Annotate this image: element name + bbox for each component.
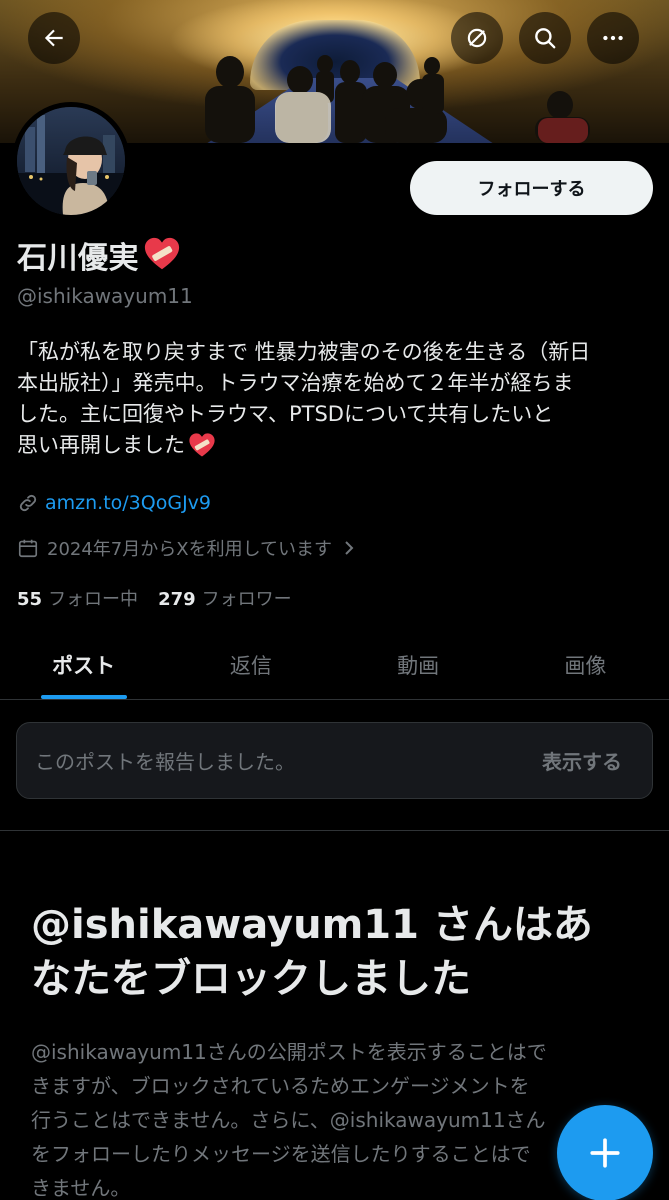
more-button[interactable] (587, 12, 639, 64)
divider (0, 830, 669, 831)
compose-post-button[interactable] (557, 1105, 653, 1200)
profile-name: 石川優実 (17, 241, 139, 276)
blocked-title: @ishikawayum11 さんはあ なたをブロックしました (31, 898, 651, 1006)
reported-post-notice: このポストを報告しました。 表示する (16, 722, 653, 799)
followers-count-link[interactable]: 279 フォロワー (158, 585, 292, 611)
search-icon (535, 28, 556, 49)
bio-line: 思い再開しました (17, 430, 642, 461)
show-post-button[interactable]: 表示する (542, 746, 622, 775)
follow-button[interactable]: フォローする (410, 161, 653, 215)
profile-bio: 「私が私を取り戻すまで 性暴力被害のその後を生きる（新日 本出版社）」発売中。ト… (17, 337, 642, 461)
following-count: 55 (17, 589, 43, 610)
joined-date-row[interactable]: 2024年7月からXを利用しています (17, 535, 356, 561)
active-tab-indicator (40, 695, 127, 699)
followers-label: フォロワー (201, 589, 292, 610)
bio-line: 本出版社）」発売中。トラウマ治療を始めて２年半が経ちま (17, 368, 642, 399)
mending-heart-icon (144, 237, 180, 270)
avatar-photo (17, 107, 125, 215)
refresh-button[interactable] (451, 12, 503, 64)
reported-message: このポストを報告しました。 (35, 750, 295, 774)
profile-name-row: 石川優実 (17, 234, 181, 276)
joined-date: 2024年7月からXを利用しています (47, 539, 333, 560)
bio-line: した。主に回復やトラウマ、PTSDについて共有したいと (17, 399, 642, 430)
link-icon (19, 494, 37, 512)
profile-link-row[interactable]: amzn.to/3QoGJv9 (17, 492, 211, 514)
following-label: フォロー中 (48, 589, 139, 610)
blocked-description-line: @ishikawayum11さんの公開ポストを表示することはで (31, 1040, 547, 1064)
more-horizontal-icon (603, 35, 623, 41)
followers-count: 279 (158, 589, 196, 610)
blocked-title-line: @ishikawayum11 さんはあ (31, 902, 593, 948)
tab-videos[interactable]: 動画 (335, 630, 502, 699)
blocked-title-line: なたをブロックしました (31, 956, 471, 1002)
profile-handle: @ishikawayum11 (17, 284, 193, 308)
profile-link[interactable]: amzn.to/3QoGJv9 (45, 492, 211, 514)
tab-images[interactable]: 画像 (502, 630, 669, 699)
bio-text: 本出版社）」発売中。トラウマ治療を始めて２年半が経ちま (17, 371, 574, 395)
following-count-link[interactable]: 55 フォロー中 (17, 585, 138, 611)
bio-text: した。主に回復やトラウマ、PTSDについて共有したいと (17, 402, 554, 426)
plus-icon (590, 1138, 620, 1168)
follow-counts: 55 フォロー中 279 フォロワー (17, 585, 292, 611)
back-button[interactable] (28, 12, 80, 64)
blocked-description-line: 行うことはできません。さらに、@ishikawayum11さん (31, 1108, 546, 1132)
blocked-description-line: きますが、ブロックされているためエンゲージメントを (31, 1074, 530, 1098)
tab-posts[interactable]: ポスト (0, 630, 167, 699)
refresh-icon (467, 28, 487, 48)
profile-tabs: ポスト 返信 動画 画像 (0, 630, 669, 700)
tab-label: 返信 (229, 653, 272, 678)
calendar-icon (18, 539, 38, 558)
arrow-left-icon (44, 29, 63, 47)
blocked-description-line: きません。 (31, 1176, 131, 1200)
bio-text: 思い再開しました (17, 433, 185, 457)
tab-label: 画像 (564, 653, 607, 678)
search-button[interactable] (519, 12, 571, 64)
chevron-right-icon (345, 541, 354, 555)
mending-heart-icon (189, 432, 215, 456)
avatar[interactable] (12, 102, 130, 220)
bio-text: 「私が私を取り戻すまで 性暴力被害のその後を生きる（新日 (17, 340, 591, 364)
tab-label: 動画 (397, 653, 440, 678)
tab-replies[interactable]: 返信 (167, 630, 334, 699)
tab-label: ポスト (52, 653, 116, 678)
blocked-description: @ishikawayum11さんの公開ポストを表示することはで きますが、ブロッ… (31, 1035, 651, 1200)
bio-line: 「私が私を取り戻すまで 性暴力被害のその後を生きる（新日 (17, 337, 642, 368)
